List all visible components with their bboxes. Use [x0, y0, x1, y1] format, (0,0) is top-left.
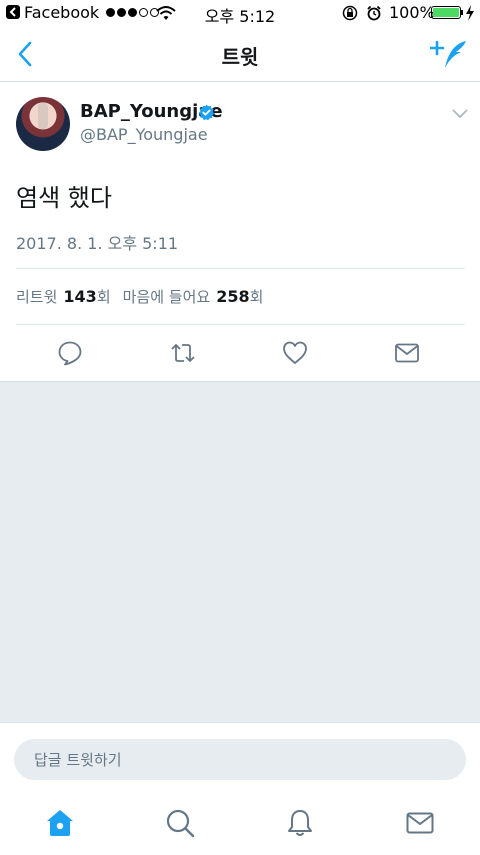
tweet-actions — [0, 340, 480, 366]
like-icon[interactable] — [282, 340, 308, 366]
empty-replies-area — [0, 381, 480, 722]
battery-icon — [431, 6, 461, 19]
status-bar: Facebook 오후 5:12 100% — [0, 0, 480, 26]
search-icon[interactable] — [165, 808, 195, 838]
reply-icon[interactable] — [57, 340, 83, 366]
verified-badge-icon — [198, 104, 215, 121]
battery-percent: 100% — [389, 3, 435, 22]
like-unit: 회 — [249, 288, 264, 306]
retweet-unit: 회 — [96, 288, 111, 306]
like-stat-label[interactable]: 마음에 들어요 — [123, 286, 211, 307]
charging-icon — [466, 5, 474, 21]
divider — [16, 324, 465, 325]
retweet-icon[interactable] — [170, 340, 196, 366]
retweet-count[interactable]: 143 — [63, 287, 96, 306]
message-icon[interactable] — [394, 340, 420, 366]
messages-icon[interactable] — [405, 808, 435, 838]
page-title: 트윗 — [221, 45, 259, 69]
tweet-timestamp: 2017. 8. 1. 오후 5:11 — [16, 234, 179, 253]
divider — [16, 268, 465, 269]
tweet-text: 염색 했다 — [16, 184, 112, 212]
compose-tweet-icon[interactable] — [430, 38, 470, 72]
chevron-down-icon[interactable] — [451, 106, 469, 120]
home-icon[interactable] — [45, 808, 75, 838]
rotation-lock-icon — [342, 5, 358, 21]
alarm-icon — [367, 5, 381, 21]
retweet-stat-label[interactable]: 리트윗 — [16, 286, 57, 307]
like-count[interactable]: 258 — [216, 287, 249, 306]
tweet-stats: 리트윗 143 회 마음에 들어요 258 회 — [16, 286, 263, 307]
reply-input[interactable]: 답글 트윗하기 — [14, 739, 466, 780]
tab-bar — [0, 790, 480, 855]
avatar[interactable] — [16, 97, 70, 151]
nav-bar: 트윗 — [0, 26, 480, 82]
user-handle[interactable]: @BAP_Youngjae — [80, 125, 208, 144]
notifications-icon[interactable] — [285, 808, 315, 838]
reply-bar: 답글 트윗하기 — [0, 722, 480, 790]
